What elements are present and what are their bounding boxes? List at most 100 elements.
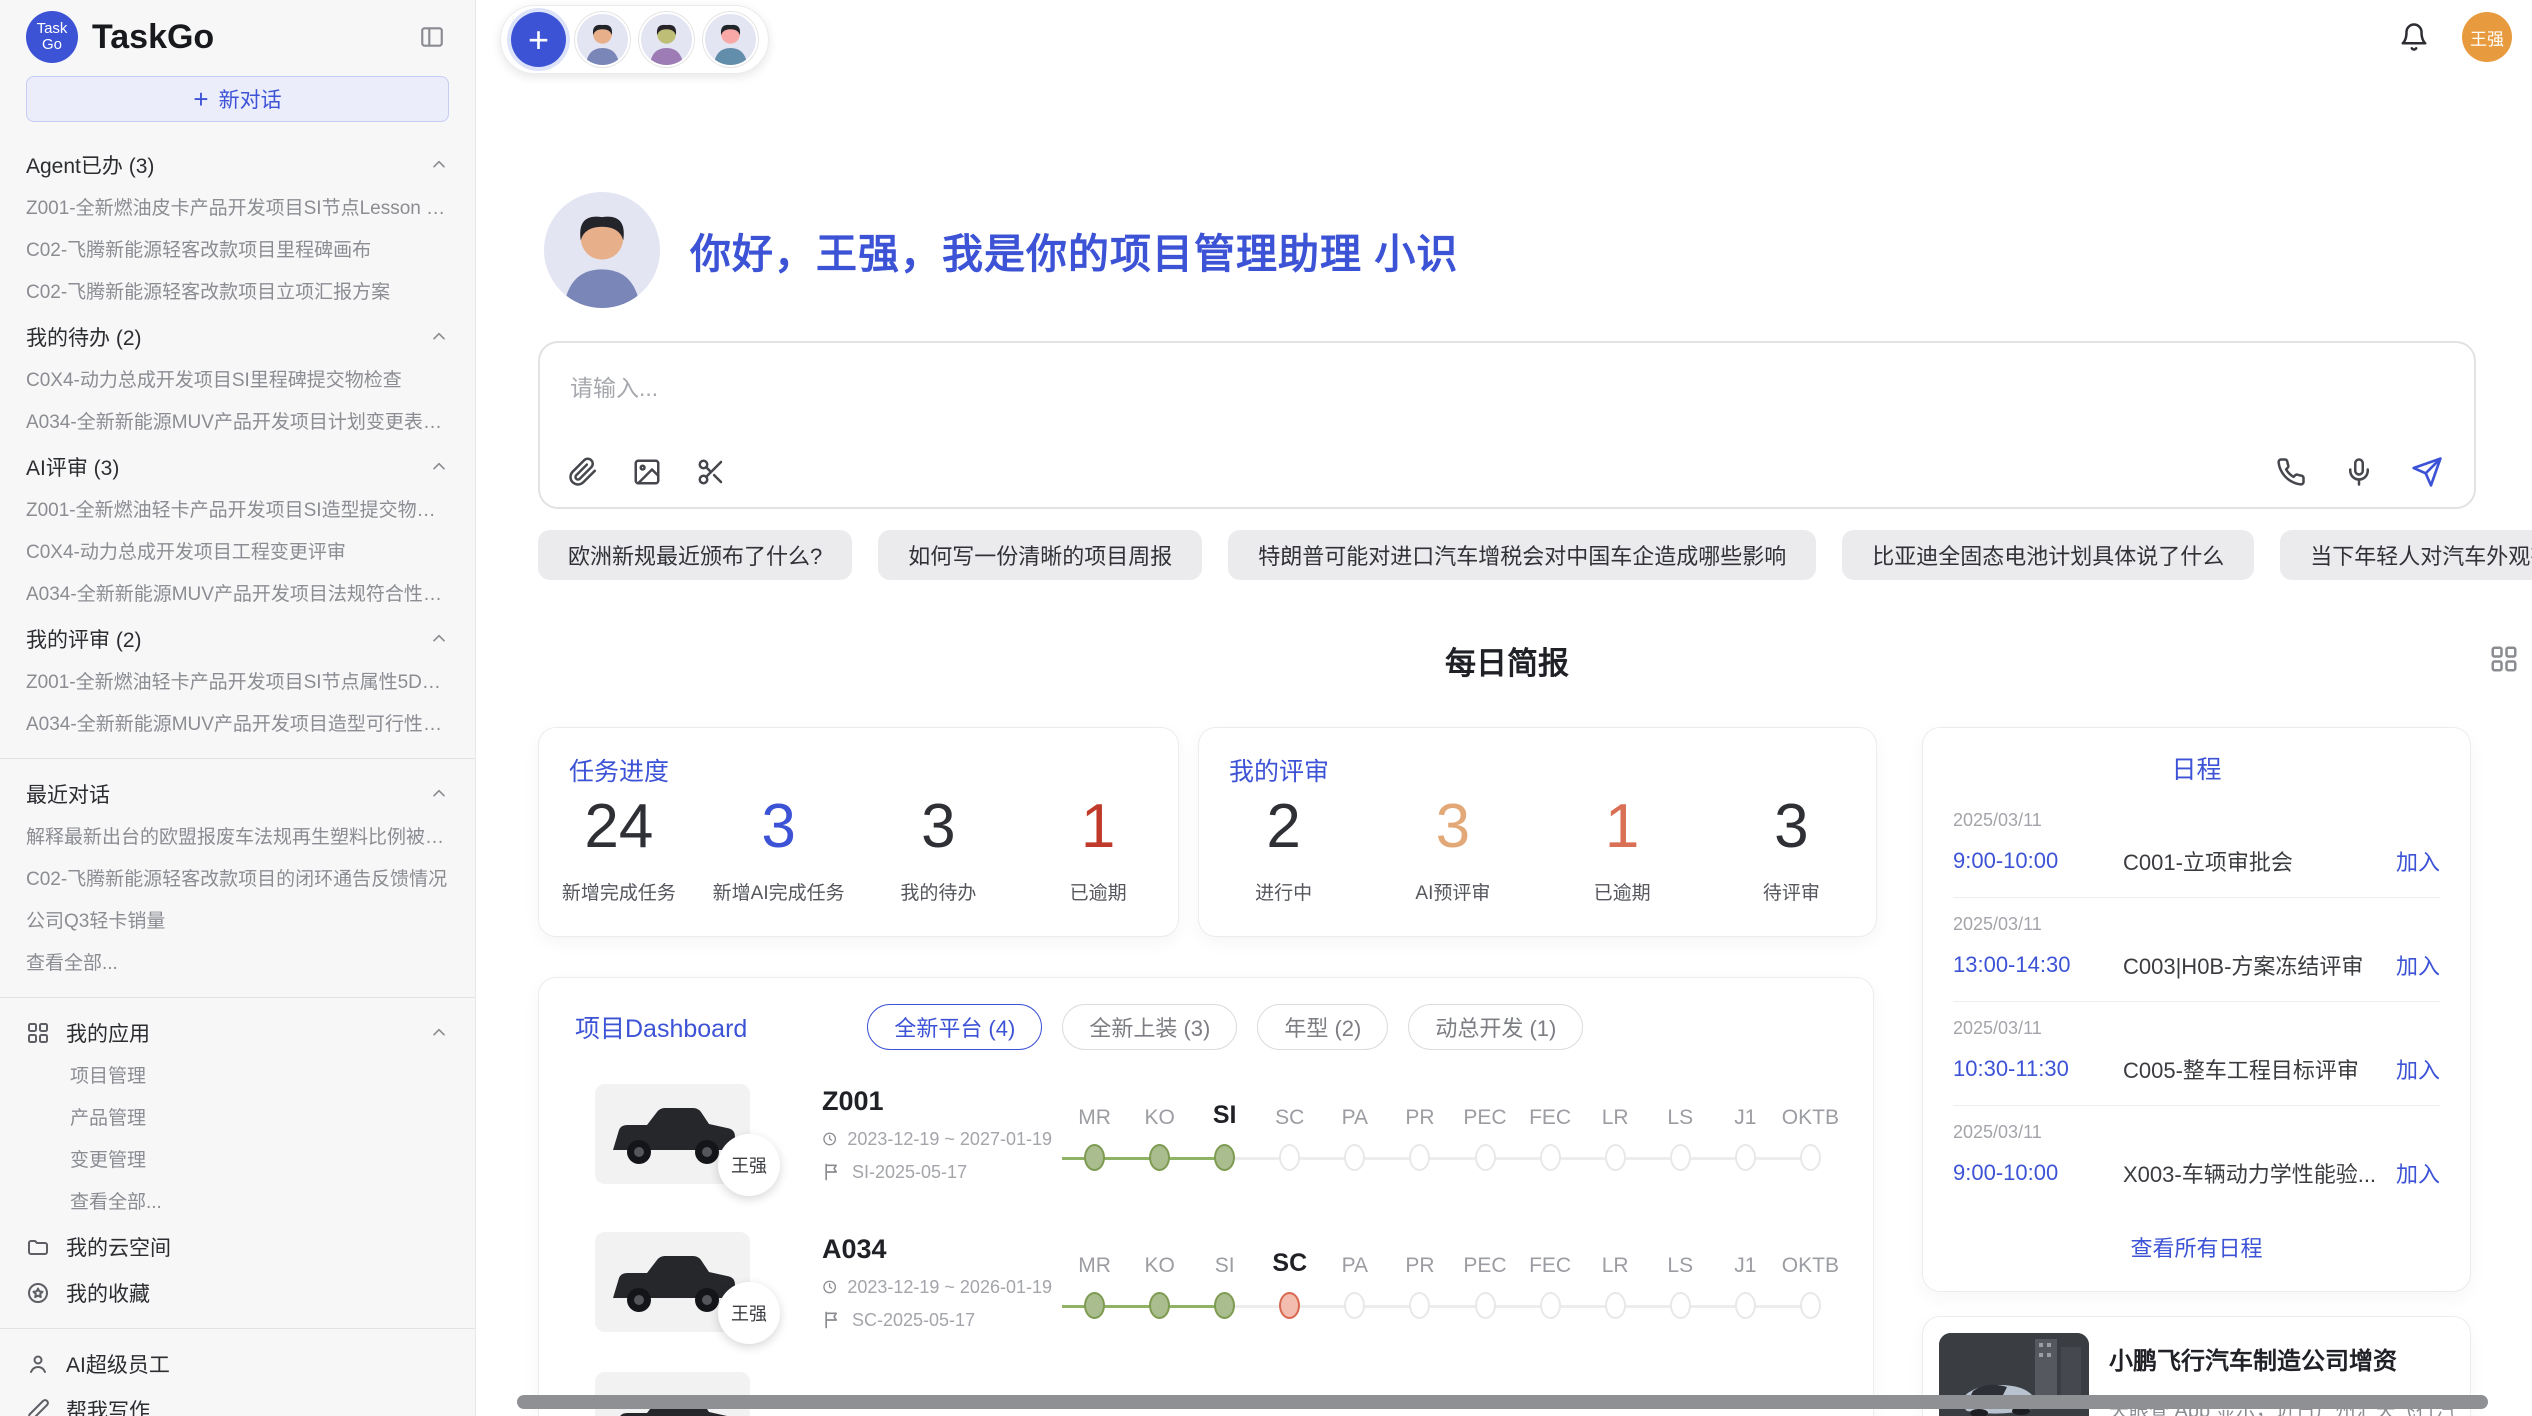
milestone[interactable]: SI: [1192, 1246, 1257, 1319]
sidebar-task-item[interactable]: C02-飞腾新能源轻客改款项目立项汇报方案: [26, 272, 449, 314]
recent-chat-item[interactable]: 公司Q3轻卡销量: [26, 901, 449, 943]
layout-grid-icon[interactable]: [2489, 644, 2521, 676]
stat-value: 3: [1368, 792, 1537, 862]
user-avatar[interactable]: 王强: [2462, 12, 2512, 62]
chevron-up-icon[interactable]: [429, 1023, 449, 1043]
member-avatar[interactable]: [639, 12, 694, 67]
section-my-todo[interactable]: 我的待办 (2): [26, 314, 449, 360]
recent-chat-item[interactable]: C02-飞腾新能源轻客改款项目的闭环通告反馈情况: [26, 859, 449, 901]
project-row[interactable]: 王强 Z001 2023-12-19 ~ 2027-01-19 SI-2025-…: [539, 1060, 1873, 1208]
suggestion-chip[interactable]: 欧洲新规最近颁布了什么?: [538, 530, 852, 580]
app-link[interactable]: 变更管理: [26, 1140, 449, 1182]
milestone[interactable]: SC: [1257, 1246, 1322, 1319]
notification-bell-icon[interactable]: [2396, 19, 2432, 55]
horizontal-scrollbar[interactable]: [517, 1395, 2488, 1409]
milestone[interactable]: MR: [1062, 1098, 1127, 1171]
milestone[interactable]: LS: [1648, 1098, 1713, 1171]
section-agent-done[interactable]: Agent已办 (3): [26, 142, 449, 188]
milestone[interactable]: PEC: [1452, 1246, 1517, 1319]
milestone[interactable]: KO: [1127, 1246, 1192, 1319]
milestone[interactable]: SI: [1192, 1098, 1257, 1171]
milestone[interactable]: PR: [1387, 1246, 1452, 1319]
sidebar-task-item[interactable]: C0X4-动力总成开发项目工程变更评审: [26, 532, 449, 574]
card-title: 我的评审: [1229, 752, 1329, 788]
join-meeting-link[interactable]: 加入: [2396, 845, 2440, 877]
recent-view-all-link[interactable]: 查看全部...: [26, 943, 449, 985]
attachment-icon[interactable]: [566, 455, 600, 489]
add-member-button[interactable]: +: [511, 12, 566, 67]
milestone[interactable]: KO: [1127, 1098, 1192, 1171]
milestone[interactable]: FEC: [1518, 1246, 1583, 1319]
milestone[interactable]: J1: [1713, 1246, 1778, 1319]
collapse-sidebar-icon[interactable]: [415, 20, 449, 54]
image-icon[interactable]: [630, 455, 664, 489]
milestone[interactable]: MR: [1062, 1246, 1127, 1319]
milestone[interactable]: OKTB: [1778, 1246, 1843, 1319]
sidebar-task-item[interactable]: A034-全新新能源MUV产品开发项目法规符合性评审: [26, 574, 449, 616]
milestone[interactable]: PA: [1322, 1246, 1387, 1319]
sidebar-task-item[interactable]: C02-飞腾新能源轻客改款项目里程碑画布: [26, 230, 449, 272]
chevron-up-icon[interactable]: [429, 784, 449, 804]
chevron-up-icon[interactable]: [429, 457, 449, 477]
sidebar-item-cloud-space[interactable]: 我的云空间: [26, 1224, 449, 1270]
sidebar-task-item[interactable]: Z001-全新燃油皮卡产品开发项目SI节点Lesson Learn报告: [26, 188, 449, 230]
stat-label: 新增完成任务: [539, 878, 699, 905]
dashboard-tab[interactable]: 动总开发 (1): [1408, 1004, 1583, 1050]
app-link[interactable]: 项目管理: [26, 1056, 449, 1098]
milestone[interactable]: PEC: [1452, 1098, 1517, 1171]
apps-view-all-link[interactable]: 查看全部...: [26, 1182, 449, 1224]
dashboard-tab[interactable]: 年型 (2): [1257, 1004, 1388, 1050]
suggestion-chip[interactable]: 当下年轻人对汽车外观有怎样的喜好趋势: [2280, 530, 2532, 580]
chevron-up-icon[interactable]: [429, 327, 449, 347]
sidebar-task-item[interactable]: A034-全新新能源MUV产品开发项目计划变更表编写: [26, 402, 449, 444]
cloud-folder-icon: [26, 1235, 50, 1259]
scissors-icon[interactable]: [694, 455, 728, 489]
stat-value: 1: [1538, 792, 1707, 862]
member-avatar[interactable]: [703, 12, 758, 67]
milestone[interactable]: PR: [1387, 1098, 1452, 1171]
phone-call-icon[interactable]: [2274, 455, 2308, 489]
recent-chat-item[interactable]: 解释最新出台的欧盟报废车法规再生塑料比例被调至15%...: [26, 817, 449, 859]
milestone[interactable]: LS: [1648, 1246, 1713, 1319]
chevron-up-icon[interactable]: [429, 155, 449, 175]
dashboard-tab[interactable]: 全新平台 (4): [867, 1004, 1042, 1050]
sidebar-task-item[interactable]: A034-全新新能源MUV产品开发项目造型可行性评审: [26, 704, 449, 746]
milestone-label: LR: [1602, 1246, 1629, 1278]
sidebar-task-item[interactable]: C0X4-动力总成开发项目SI里程碑提交物检查: [26, 360, 449, 402]
milestone[interactable]: FEC: [1518, 1098, 1583, 1171]
app-link[interactable]: 产品管理: [26, 1098, 449, 1140]
suggestion-chip[interactable]: 特朗普可能对进口汽车增税会对中国车企造成哪些影响: [1228, 530, 1816, 580]
stat: 24 新增完成任务: [539, 792, 699, 905]
chevron-up-icon[interactable]: [429, 629, 449, 649]
member-avatar[interactable]: [575, 12, 630, 67]
microphone-icon[interactable]: [2342, 455, 2376, 489]
suggestion-chip[interactable]: 比亚迪全固态电池计划具体说了什么: [1842, 530, 2254, 580]
sidebar-item-favorites[interactable]: 我的收藏: [26, 1270, 449, 1316]
dashboard-tab[interactable]: 全新上装 (3): [1062, 1004, 1237, 1050]
sidebar-item-writing-helper[interactable]: 帮我写作: [26, 1387, 449, 1416]
milestone[interactable]: OKTB: [1778, 1098, 1843, 1171]
sidebar-item-my-apps[interactable]: 我的应用: [26, 1010, 449, 1056]
view-all-schedule-link[interactable]: 查看所有日程: [1923, 1231, 2470, 1263]
new-chat-button[interactable]: + 新对话: [26, 76, 449, 122]
project-row[interactable]: 王强 A034 2023-12-19 ~ 2026-01-19 SC-2025-…: [539, 1208, 1873, 1356]
milestone[interactable]: LR: [1583, 1246, 1648, 1319]
sidebar-item-ai-employee[interactable]: AI超级员工: [26, 1341, 449, 1387]
section-ai-review[interactable]: AI评审 (3): [26, 444, 449, 490]
suggestion-chip[interactable]: 如何写一份清晰的项目周报: [878, 530, 1202, 580]
stat: 3 AI预评审: [1368, 792, 1537, 905]
milestone[interactable]: SC: [1257, 1098, 1322, 1171]
milestone-label: MR: [1078, 1246, 1111, 1278]
section-my-review[interactable]: 我的评审 (2): [26, 616, 449, 662]
send-icon[interactable]: [2410, 455, 2444, 489]
join-meeting-link[interactable]: 加入: [2396, 1157, 2440, 1189]
milestone[interactable]: PA: [1322, 1098, 1387, 1171]
section-recent-chats[interactable]: 最近对话: [26, 771, 449, 817]
sidebar-task-item[interactable]: Z001-全新燃油轻卡产品开发项目SI造型提交物评审: [26, 490, 449, 532]
milestone[interactable]: LR: [1583, 1098, 1648, 1171]
chat-input[interactable]: [554, 353, 2254, 423]
sidebar-task-item[interactable]: Z001-全新燃油轻卡产品开发项目SI节点属性5D文件评审: [26, 662, 449, 704]
milestone[interactable]: J1: [1713, 1098, 1778, 1171]
join-meeting-link[interactable]: 加入: [2396, 949, 2440, 981]
join-meeting-link[interactable]: 加入: [2396, 1053, 2440, 1085]
